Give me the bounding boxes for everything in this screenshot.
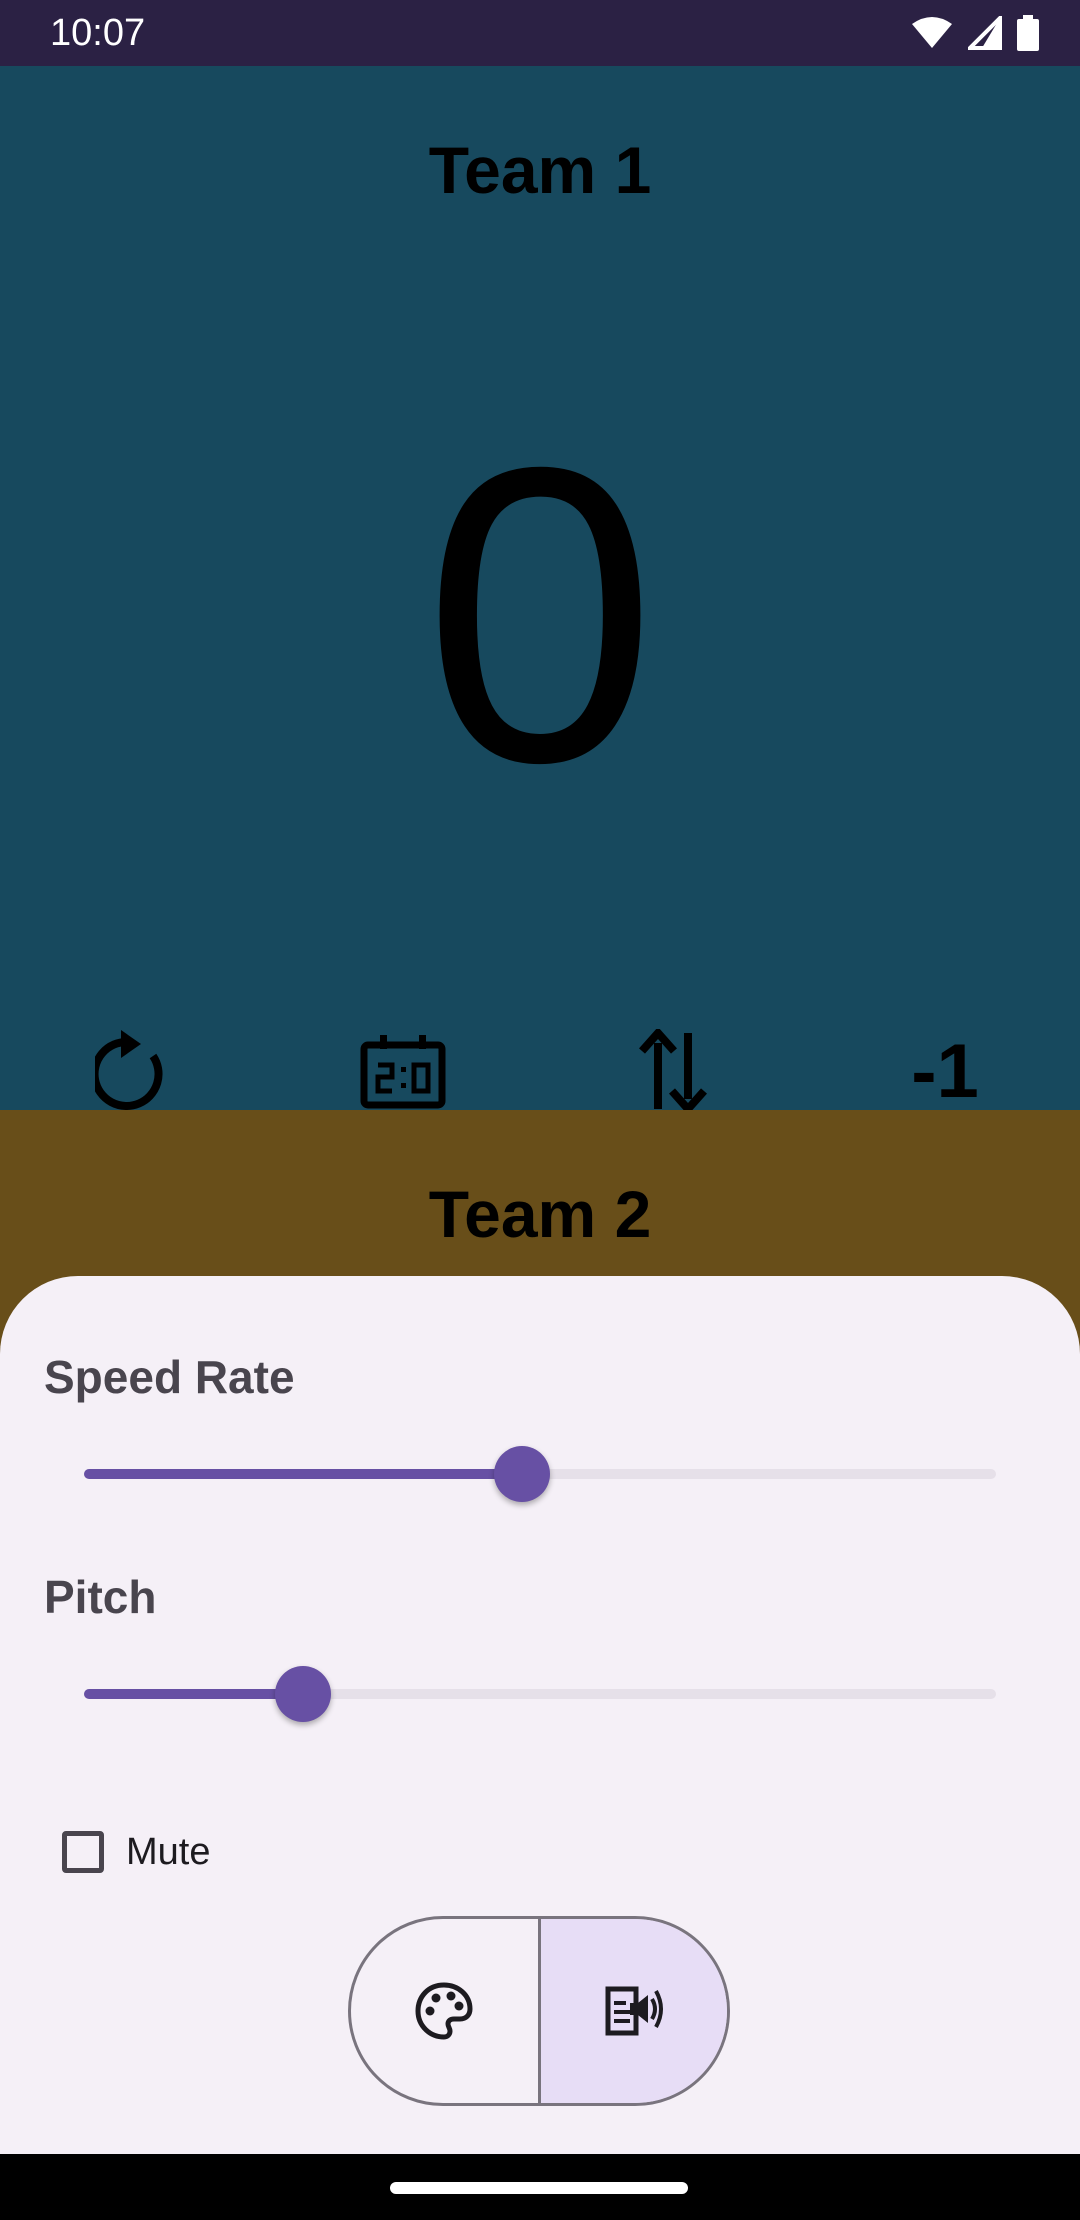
navigation-bar xyxy=(0,2154,1080,2220)
slider-fill xyxy=(84,1469,522,1479)
speed-rate-label: Speed Rate xyxy=(44,1351,295,1403)
team2-name[interactable]: Team 2 xyxy=(0,1176,1080,1252)
team1-name[interactable]: Team 1 xyxy=(0,132,1080,208)
team1-panel[interactable]: Team 1 0 -1 xyxy=(0,66,1080,1114)
text-to-speech-icon xyxy=(605,1986,663,2036)
status-bar: 10:07 xyxy=(0,0,1080,66)
settings-bottom-sheet: Speed Rate Pitch Mute xyxy=(0,1276,1080,2154)
mode-segmented-button xyxy=(348,1916,730,2106)
swap-icon xyxy=(639,1029,707,1113)
team1-score[interactable]: 0 xyxy=(0,406,1080,826)
status-icons xyxy=(910,14,1040,52)
scoreboard-icon xyxy=(360,1035,446,1109)
home-gesture-handle[interactable] xyxy=(390,2182,688,2194)
slider-thumb[interactable] xyxy=(274,1666,331,1722)
mute-label: Mute xyxy=(126,1830,211,1873)
slider-fill xyxy=(84,1689,303,1699)
wifi-icon xyxy=(912,17,952,48)
pitch-slider[interactable] xyxy=(84,1664,996,1724)
cellular-signal-icon xyxy=(968,16,1002,50)
reset-icon xyxy=(95,1030,163,1110)
mute-row[interactable]: Mute xyxy=(62,1824,210,1880)
battery-icon xyxy=(1017,15,1039,51)
palette-segment-button[interactable] xyxy=(351,1919,541,2103)
status-time: 10:07 xyxy=(50,12,146,54)
speed-rate-slider[interactable] xyxy=(84,1444,996,1504)
palette-icon xyxy=(415,1982,473,2040)
mute-checkbox[interactable] xyxy=(62,1831,104,1873)
pitch-label: Pitch xyxy=(44,1571,157,1623)
text-to-speech-segment-button[interactable] xyxy=(540,1919,727,2103)
slider-thumb[interactable] xyxy=(493,1446,550,1502)
